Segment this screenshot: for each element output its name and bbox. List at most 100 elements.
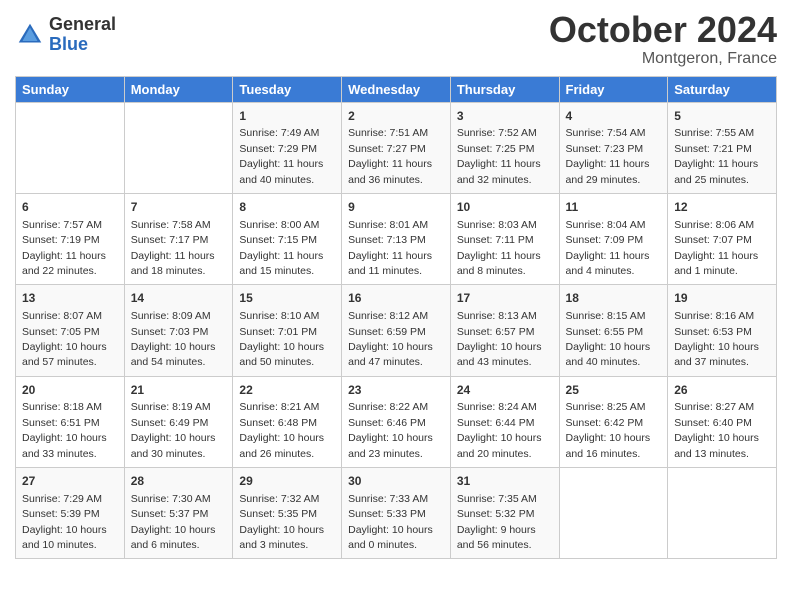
logo-blue: Blue <box>49 35 116 55</box>
cell-info: Sunrise: 7:33 AM Sunset: 5:33 PM Dayligh… <box>348 493 433 551</box>
cell-day-number: 31 <box>457 473 553 490</box>
calendar-cell: 21Sunrise: 8:19 AM Sunset: 6:49 PM Dayli… <box>124 376 233 467</box>
calendar-cell: 8 Sunrise: 8:00 AM Sunset: 7:15 PM Daylig… <box>233 193 342 284</box>
calendar-cell <box>16 102 125 193</box>
week-row: 13 Sunrise: 8:07 AM Sunset: 7:05 PM Dayli… <box>16 285 777 376</box>
calendar: SundayMondayTuesdayWednesdayThursdayFrid… <box>15 76 777 560</box>
header: General Blue October 2024 Montgeron, Fra… <box>15 10 777 68</box>
week-row: 20Sunrise: 8:18 AM Sunset: 6:51 PM Dayli… <box>16 376 777 467</box>
calendar-cell: 14Sunrise: 8:09 AM Sunset: 7:03 PM Dayli… <box>124 285 233 376</box>
calendar-cell: 20Sunrise: 8:18 AM Sunset: 6:51 PM Dayli… <box>16 376 125 467</box>
cell-info: Sunrise: 8:22 AM Sunset: 6:46 PM Dayligh… <box>348 401 433 459</box>
cell-day-number: 17 <box>457 290 553 307</box>
cell-info: Sunrise: 8:12 AM Sunset: 6:59 PM Dayligh… <box>348 310 433 368</box>
title-area: October 2024 Montgeron, France <box>549 10 777 68</box>
calendar-cell: 31 Sunrise: 7:35 AM Sunset: 5:32 PM Dayli… <box>450 468 559 559</box>
logo-general: General <box>49 15 116 35</box>
logo-text: General Blue <box>49 15 116 55</box>
cell-day-number: 29 <box>239 473 335 490</box>
cell-info: Sunrise: 7:55 AM Sunset: 7:21 PM Dayligh… <box>674 127 758 185</box>
calendar-cell: 12 Sunrise: 8:06 AM Sunset: 7:07 PM Dayli… <box>668 193 777 284</box>
calendar-cell: 6 Sunrise: 7:57 AM Sunset: 7:19 PM Daylig… <box>16 193 125 284</box>
cell-day-number: 30 <box>348 473 444 490</box>
week-row: 1Sunrise: 7:49 AM Sunset: 7:29 PM Daylig… <box>16 102 777 193</box>
calendar-cell: 23Sunrise: 8:22 AM Sunset: 6:46 PM Dayli… <box>342 376 451 467</box>
cell-day-number: 6 <box>22 199 118 216</box>
cell-info: Sunrise: 8:00 AM Sunset: 7:15 PM Dayligh… <box>239 219 323 277</box>
calendar-cell: 29 Sunrise: 7:32 AM Sunset: 5:35 PM Dayli… <box>233 468 342 559</box>
cell-info: Sunrise: 8:18 AM Sunset: 6:51 PM Dayligh… <box>22 401 107 459</box>
day-header-tuesday: Tuesday <box>233 76 342 102</box>
day-header-friday: Friday <box>559 76 668 102</box>
calendar-cell: 13 Sunrise: 8:07 AM Sunset: 7:05 PM Dayli… <box>16 285 125 376</box>
calendar-cell: 22 Sunrise: 8:21 AM Sunset: 6:48 PM Dayli… <box>233 376 342 467</box>
day-header-wednesday: Wednesday <box>342 76 451 102</box>
cell-info: Sunrise: 8:15 AM Sunset: 6:55 PM Dayligh… <box>566 310 651 368</box>
cell-day-number: 27 <box>22 473 118 490</box>
cell-info: Sunrise: 8:03 AM Sunset: 7:11 PM Dayligh… <box>457 219 541 277</box>
day-header-sunday: Sunday <box>16 76 125 102</box>
calendar-body: 1Sunrise: 7:49 AM Sunset: 7:29 PM Daylig… <box>16 102 777 559</box>
cell-info: Sunrise: 8:09 AM Sunset: 7:03 PM Dayligh… <box>131 310 216 368</box>
cell-day-number: 8 <box>239 199 335 216</box>
cell-info: Sunrise: 8:27 AM Sunset: 6:40 PM Dayligh… <box>674 401 759 459</box>
calendar-cell: 18Sunrise: 8:15 AM Sunset: 6:55 PM Dayli… <box>559 285 668 376</box>
cell-info: Sunrise: 8:04 AM Sunset: 7:09 PM Dayligh… <box>566 219 650 277</box>
calendar-cell: 27 Sunrise: 7:29 AM Sunset: 5:39 PM Dayli… <box>16 468 125 559</box>
calendar-cell: 2Sunrise: 7:51 AM Sunset: 7:27 PM Daylig… <box>342 102 451 193</box>
calendar-cell: 5 Sunrise: 7:55 AM Sunset: 7:21 PM Daylig… <box>668 102 777 193</box>
cell-info: Sunrise: 7:30 AM Sunset: 5:37 PM Dayligh… <box>131 493 216 551</box>
cell-day-number: 22 <box>239 382 335 399</box>
cell-info: Sunrise: 8:19 AM Sunset: 6:49 PM Dayligh… <box>131 401 216 459</box>
cell-info: Sunrise: 7:32 AM Sunset: 5:35 PM Dayligh… <box>239 493 324 551</box>
day-header-thursday: Thursday <box>450 76 559 102</box>
cell-day-number: 26 <box>674 382 770 399</box>
days-header-row: SundayMondayTuesdayWednesdayThursdayFrid… <box>16 76 777 102</box>
calendar-cell: 4 Sunrise: 7:54 AM Sunset: 7:23 PM Daylig… <box>559 102 668 193</box>
calendar-cell: 9Sunrise: 8:01 AM Sunset: 7:13 PM Daylig… <box>342 193 451 284</box>
cell-day-number: 24 <box>457 382 553 399</box>
cell-day-number: 9 <box>348 199 444 216</box>
calendar-cell: 28 Sunrise: 7:30 AM Sunset: 5:37 PM Dayli… <box>124 468 233 559</box>
calendar-cell: 30 Sunrise: 7:33 AM Sunset: 5:33 PM Dayli… <box>342 468 451 559</box>
cell-info: Sunrise: 7:54 AM Sunset: 7:23 PM Dayligh… <box>566 127 650 185</box>
cell-info: Sunrise: 7:57 AM Sunset: 7:19 PM Dayligh… <box>22 219 106 277</box>
calendar-cell: 15Sunrise: 8:10 AM Sunset: 7:01 PM Dayli… <box>233 285 342 376</box>
calendar-cell: 26 Sunrise: 8:27 AM Sunset: 6:40 PM Dayli… <box>668 376 777 467</box>
cell-day-number: 5 <box>674 108 770 125</box>
cell-info: Sunrise: 7:29 AM Sunset: 5:39 PM Dayligh… <box>22 493 107 551</box>
calendar-header: SundayMondayTuesdayWednesdayThursdayFrid… <box>16 76 777 102</box>
cell-info: Sunrise: 7:52 AM Sunset: 7:25 PM Dayligh… <box>457 127 541 185</box>
week-row: 6 Sunrise: 7:57 AM Sunset: 7:19 PM Daylig… <box>16 193 777 284</box>
logo-icon <box>15 20 45 50</box>
cell-info: Sunrise: 8:21 AM Sunset: 6:48 PM Dayligh… <box>239 401 324 459</box>
cell-day-number: 28 <box>131 473 227 490</box>
cell-day-number: 7 <box>131 199 227 216</box>
calendar-cell: 11 Sunrise: 8:04 AM Sunset: 7:09 PM Dayli… <box>559 193 668 284</box>
cell-day-number: 11 <box>566 199 662 216</box>
cell-day-number: 12 <box>674 199 770 216</box>
cell-info: Sunrise: 8:25 AM Sunset: 6:42 PM Dayligh… <box>566 401 651 459</box>
cell-info: Sunrise: 8:06 AM Sunset: 7:07 PM Dayligh… <box>674 219 758 277</box>
page: General Blue October 2024 Montgeron, Fra… <box>0 0 792 612</box>
cell-info: Sunrise: 8:07 AM Sunset: 7:05 PM Dayligh… <box>22 310 107 368</box>
cell-info: Sunrise: 7:58 AM Sunset: 7:17 PM Dayligh… <box>131 219 215 277</box>
cell-info: Sunrise: 7:51 AM Sunset: 7:27 PM Dayligh… <box>348 127 432 185</box>
calendar-cell <box>668 468 777 559</box>
day-header-saturday: Saturday <box>668 76 777 102</box>
week-row: 27 Sunrise: 7:29 AM Sunset: 5:39 PM Dayli… <box>16 468 777 559</box>
calendar-cell: 3 Sunrise: 7:52 AM Sunset: 7:25 PM Daylig… <box>450 102 559 193</box>
cell-day-number: 4 <box>566 108 662 125</box>
cell-day-number: 13 <box>22 290 118 307</box>
calendar-cell: 10 Sunrise: 8:03 AM Sunset: 7:11 PM Dayli… <box>450 193 559 284</box>
cell-info: Sunrise: 7:35 AM Sunset: 5:32 PM Dayligh… <box>457 493 537 551</box>
day-header-monday: Monday <box>124 76 233 102</box>
calendar-cell: 25 Sunrise: 8:25 AM Sunset: 6:42 PM Dayli… <box>559 376 668 467</box>
cell-day-number: 19 <box>674 290 770 307</box>
cell-info: Sunrise: 8:16 AM Sunset: 6:53 PM Dayligh… <box>674 310 759 368</box>
calendar-cell: 17Sunrise: 8:13 AM Sunset: 6:57 PM Dayli… <box>450 285 559 376</box>
location: Montgeron, France <box>549 50 777 68</box>
cell-day-number: 3 <box>457 108 553 125</box>
cell-day-number: 25 <box>566 382 662 399</box>
cell-day-number: 10 <box>457 199 553 216</box>
